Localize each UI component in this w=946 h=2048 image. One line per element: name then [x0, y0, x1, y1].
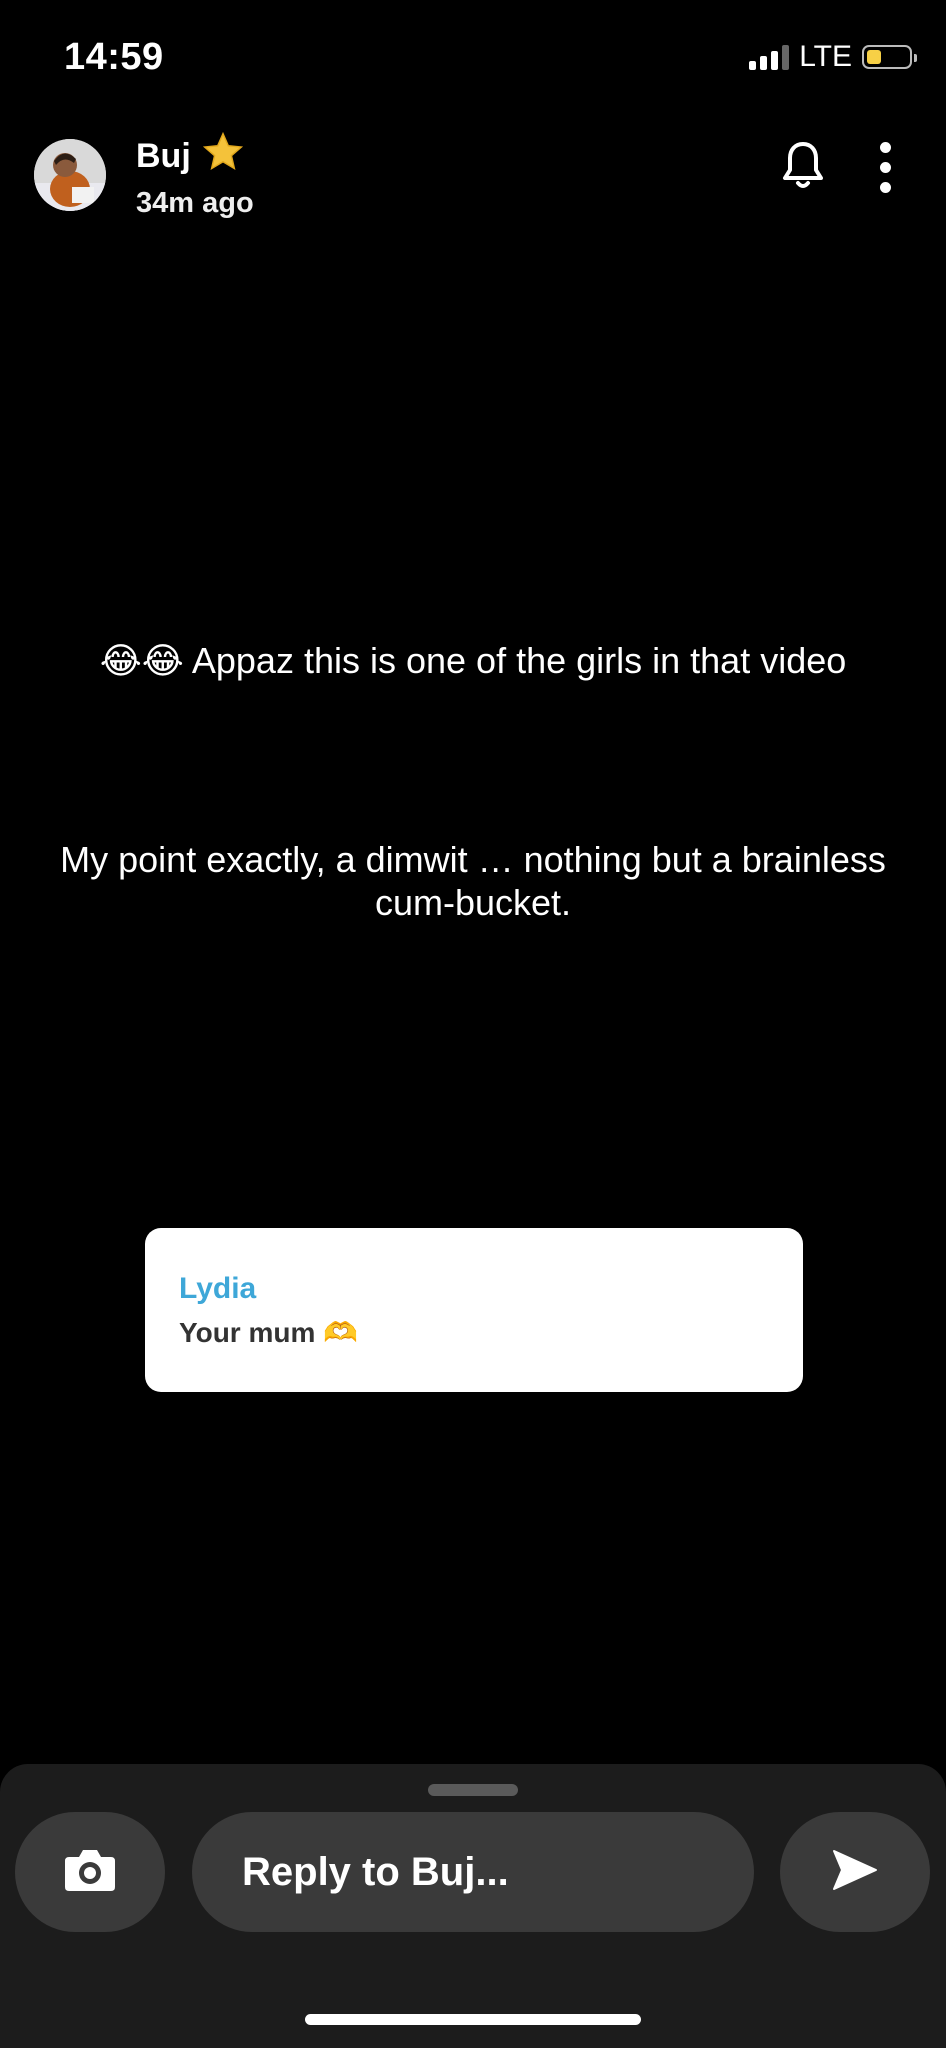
send-button[interactable]	[780, 1812, 930, 1932]
network-label: LTE	[799, 40, 852, 73]
reply-input[interactable]: Reply to Buj...	[192, 1812, 754, 1932]
sender-name[interactable]: Buj	[136, 137, 191, 176]
signal-icon	[749, 44, 790, 70]
caption-text-1: Appaz this is one of the girls in that v…	[183, 640, 847, 681]
caption-line-1: 😂😂 Appaz this is one of the girls in tha…	[0, 640, 946, 682]
reply-composer: Reply to Buj...	[0, 1764, 946, 2048]
reply-sender: Lydia	[179, 1272, 257, 1305]
bell-icon[interactable]	[778, 140, 828, 197]
story-header: Buj 34m ago	[34, 130, 254, 220]
avatar[interactable]	[34, 139, 106, 211]
reply-message-text: Your mum	[179, 1317, 316, 1348]
caption-line-2: My point exactly, a dimwit … nothing but…	[60, 839, 886, 923]
camera-button[interactable]	[15, 1812, 165, 1932]
star-icon	[201, 130, 245, 183]
send-icon	[832, 1849, 878, 1896]
status-time: 14:59	[64, 36, 164, 78]
camera-icon	[63, 1847, 117, 1898]
reply-card[interactable]: Lydia Your mum 🫶	[145, 1228, 803, 1392]
laughing-emoji: 😂😂	[99, 641, 184, 682]
drag-handle[interactable]	[428, 1784, 518, 1796]
more-vertical-icon[interactable]	[880, 142, 891, 193]
reply-message: Your mum 🫶	[179, 1316, 803, 1349]
home-indicator[interactable]	[305, 2014, 641, 2025]
battery-icon	[862, 45, 917, 69]
heart-hands-emoji: 🫶	[323, 1316, 359, 1349]
post-time: 34m ago	[136, 187, 254, 219]
status-indicators: LTE	[749, 40, 917, 74]
